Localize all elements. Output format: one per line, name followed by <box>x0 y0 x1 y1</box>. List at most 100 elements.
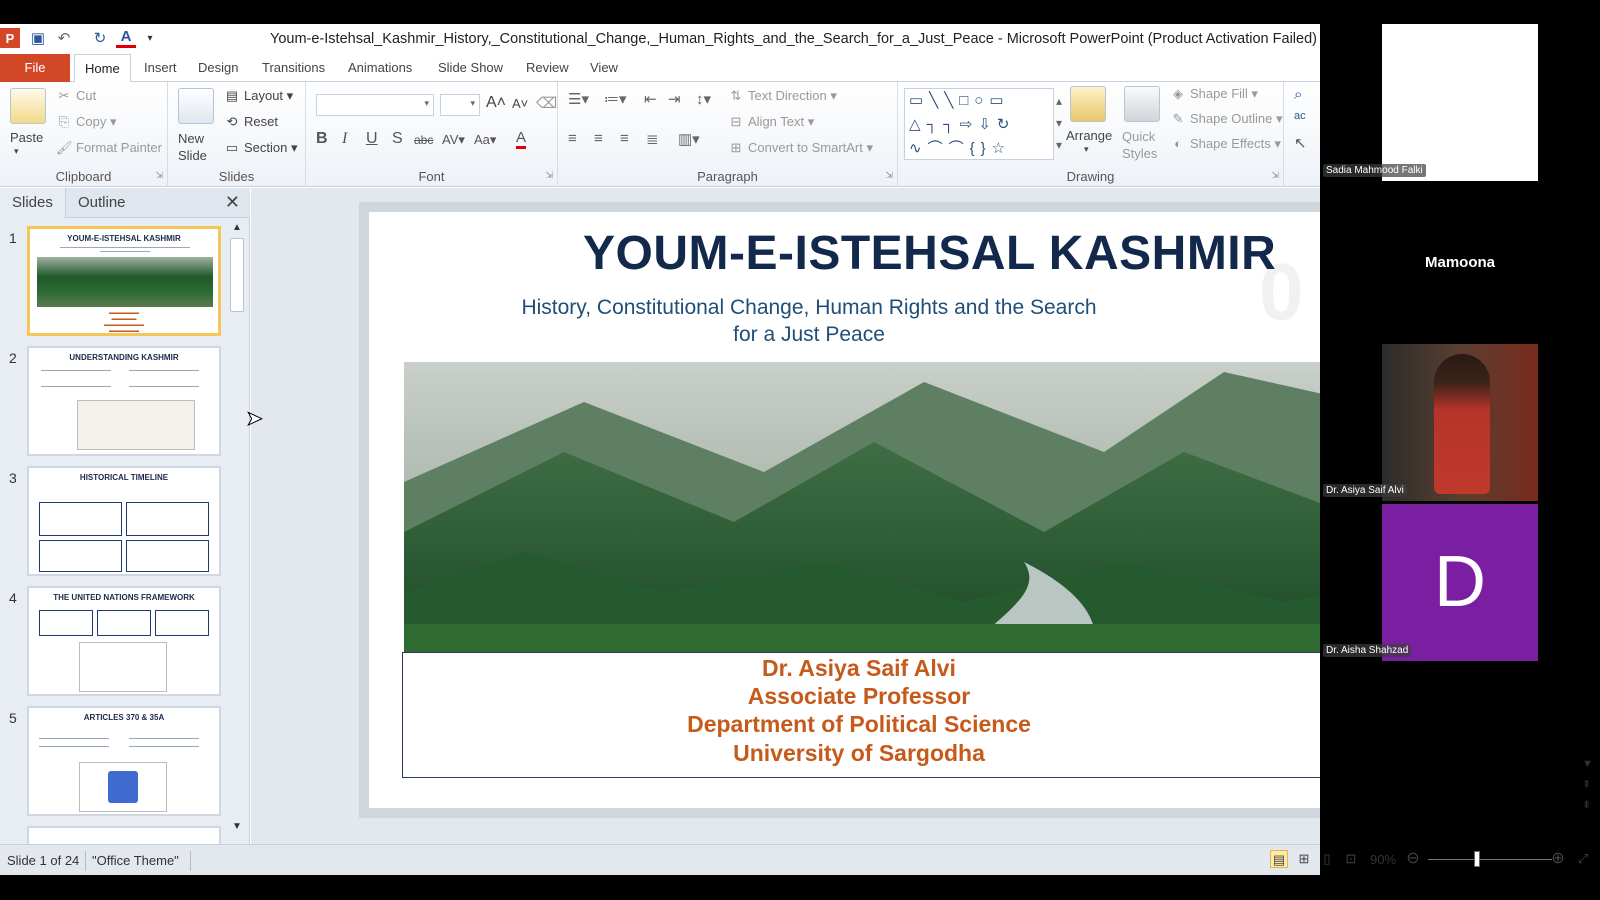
slide-thumbnail-4[interactable]: THE UNITED NATIONS FRAMEWORK <box>27 586 221 696</box>
save-icon[interactable]: ▣ <box>28 28 48 48</box>
shape-outline-button[interactable]: ✎ Shape Outline ▾ <box>1170 111 1283 127</box>
bold-icon[interactable]: B <box>316 130 328 148</box>
new-slide-icon[interactable] <box>178 88 214 124</box>
kashmir-landscape-image[interactable] <box>404 362 1320 652</box>
shrink-font-icon[interactable]: A˅ <box>512 96 528 111</box>
text-direction-button[interactable]: ⇅ Text Direction ▾ <box>728 88 837 104</box>
previous-slide-icon[interactable]: ⇞ <box>1582 778 1591 791</box>
slide-title[interactable]: YOUM-E-ISTEHSAL KASHMIR <box>583 226 1276 281</box>
slide-thumbnail-2[interactable]: UNDERSTANDING KASHMIR <box>27 346 221 456</box>
tab-animations[interactable]: Animations <box>338 54 422 82</box>
normal-view-icon[interactable]: ▤ <box>1270 850 1288 868</box>
new-slide-button[interactable]: New Slide <box>178 130 222 164</box>
slideshow-view-icon[interactable]: ⊡ <box>1342 850 1360 868</box>
character-spacing-icon[interactable]: AV▾ <box>442 132 465 148</box>
clipboard-launcher-icon[interactable]: ⇲ <box>155 170 163 181</box>
align-left-icon[interactable]: ≡ <box>568 130 577 147</box>
current-slide[interactable]: 0 YOUM-E-ISTEHSAL KASHMIR History, Const… <box>369 212 1320 808</box>
align-center-icon[interactable]: ≡ <box>594 130 603 147</box>
italic-icon[interactable]: I <box>342 130 347 148</box>
bullets-icon[interactable]: ☰▾ <box>568 90 589 108</box>
reading-view-icon[interactable]: ▯ <box>1318 850 1336 868</box>
participant-tile-4[interactable]: D Dr. Aisha Shahzad <box>1320 504 1600 661</box>
powerpoint-logo-icon[interactable]: P <box>0 28 20 48</box>
slide-thumbnail-3[interactable]: HISTORICAL TIMELINE <box>27 466 221 576</box>
shape-effects-button[interactable]: ◐ Shape Effects ▾ <box>1170 136 1281 152</box>
slide-thumbnail-6[interactable] <box>27 826 221 846</box>
arrange-icon[interactable] <box>1070 86 1106 122</box>
numbering-icon[interactable]: ≔▾ <box>604 90 627 108</box>
font-family-select[interactable]: ▾ <box>316 94 434 116</box>
zoom-level[interactable]: 90% <box>1370 852 1396 867</box>
paste-button[interactable]: Paste <box>10 130 43 145</box>
customize-toolbar-icon[interactable]: ▾ <box>140 28 160 48</box>
next-slide-icon[interactable]: ⇟ <box>1582 798 1591 811</box>
slide-sorter-icon[interactable]: ⊞ <box>1295 850 1313 868</box>
close-panel-icon[interactable]: ✕ <box>225 192 240 213</box>
scrollbar-thumb[interactable] <box>230 238 244 312</box>
tab-file[interactable]: File <box>0 54 70 82</box>
participant-tile-3[interactable]: Dr. Asiya Saif Alvi <box>1320 344 1600 501</box>
participant-tile-1[interactable]: Sadia Mahmood Falki <box>1320 24 1600 181</box>
tab-view[interactable]: View <box>580 54 628 82</box>
section-button[interactable]: ▭ Section ▾ <box>224 140 298 156</box>
font-color-button-icon[interactable]: A <box>516 130 527 149</box>
zoom-out-icon[interactable]: ⊖ <box>1404 850 1422 868</box>
arrange-dropdown-icon[interactable]: ▾ <box>1084 144 1089 155</box>
tab-outline[interactable]: Outline <box>66 188 138 218</box>
align-text-button[interactable]: ⊟ Align Text ▾ <box>728 114 815 130</box>
undo-icon[interactable]: ↶ <box>54 28 74 48</box>
find-icon[interactable]: ⌕ <box>1294 86 1302 103</box>
font-color-icon[interactable]: A <box>116 28 136 48</box>
columns-icon[interactable]: ▥▾ <box>678 130 700 148</box>
slide-thumbnail-5[interactable]: ARTICLES 370 & 35A <box>27 706 221 816</box>
scroll-down-icon[interactable]: ▼ <box>232 821 242 832</box>
slide-thumbnail-1[interactable]: YOUM-E-ISTEHSAL KASHMIR ▬▬▬▬▬▬ ▬▬▬▬▬ ▬▬▬▬▬… <box>27 226 221 336</box>
shapes-scroll-icon[interactable]: ▴ ▾ ▾ <box>1056 90 1062 156</box>
paste-dropdown-icon[interactable]: ▾ <box>14 146 19 157</box>
select-icon[interactable]: ↖ <box>1294 134 1307 152</box>
slide-subtitle[interactable]: History, Constitutional Change, Human Ri… <box>519 294 1099 348</box>
underline-icon[interactable]: U <box>366 130 378 148</box>
cut-button[interactable]: ✂ Cut <box>56 88 97 104</box>
paste-icon[interactable] <box>10 88 46 124</box>
paragraph-launcher-icon[interactable]: ⇲ <box>885 170 893 181</box>
tab-slides[interactable]: Slides <box>0 188 66 218</box>
strikethrough-icon[interactable]: abc <box>414 133 433 147</box>
quick-styles-button[interactable]: Quick Styles <box>1122 128 1166 162</box>
shape-fill-button[interactable]: ◈ Shape Fill ▾ <box>1170 86 1258 102</box>
redo-icon[interactable]: ↻ <box>90 28 110 48</box>
font-size-select[interactable]: ▾ <box>440 94 480 116</box>
thumbnail-scrollbar[interactable]: ▲ ▼ <box>228 222 246 832</box>
tab-transitions[interactable]: Transitions <box>252 54 335 82</box>
tab-review[interactable]: Review <box>516 54 579 82</box>
tab-home[interactable]: Home <box>74 54 131 83</box>
clear-formatting-icon[interactable]: ⌫ <box>536 94 557 112</box>
grow-font-icon[interactable]: A˄ <box>486 94 506 112</box>
change-case-icon[interactable]: Aa▾ <box>474 132 496 148</box>
layout-button[interactable]: ▤ Layout ▾ <box>224 88 293 104</box>
replace-icon[interactable]: ac <box>1294 110 1306 122</box>
format-painter-button[interactable]: 🖌 Format Painter <box>56 140 162 156</box>
reset-button[interactable]: ⟲ Reset <box>224 114 278 130</box>
scroll-up-icon[interactable]: ▲ <box>232 222 242 233</box>
zoom-slider[interactable] <box>1428 859 1552 860</box>
drawing-launcher-icon[interactable]: ⇲ <box>1271 170 1279 181</box>
copy-button[interactable]: ⎘ Copy ▾ <box>56 114 117 130</box>
tab-insert[interactable]: Insert <box>134 54 187 82</box>
zoom-in-icon[interactable]: ⊕ <box>1549 850 1567 868</box>
fit-to-window-icon[interactable]: ⤢ <box>1574 850 1592 868</box>
tab-slide-show[interactable]: Slide Show <box>428 54 513 82</box>
increase-indent-icon[interactable]: ⇥ <box>668 90 681 108</box>
justify-icon[interactable]: ≣ <box>646 130 659 148</box>
author-info-box[interactable]: Dr. Asiya Saif Alvi Associate Professor … <box>402 652 1320 778</box>
scroll-down-icon[interactable]: ▼ <box>1582 758 1593 770</box>
shapes-gallery[interactable]: ▭╲╲□○▭ △┐┐⇨⇩↻ ∿⌒⌒{}☆ <box>904 88 1054 160</box>
quick-styles-icon[interactable] <box>1124 86 1160 122</box>
arrange-button[interactable]: Arrange <box>1066 128 1112 143</box>
convert-smartart-button[interactable]: ⊞ Convert to SmartArt ▾ <box>728 140 873 156</box>
font-launcher-icon[interactable]: ⇲ <box>545 170 553 181</box>
decrease-indent-icon[interactable]: ⇤ <box>644 90 657 108</box>
participant-tile-2[interactable]: Mamoona <box>1320 184 1600 341</box>
align-right-icon[interactable]: ≡ <box>620 130 629 147</box>
